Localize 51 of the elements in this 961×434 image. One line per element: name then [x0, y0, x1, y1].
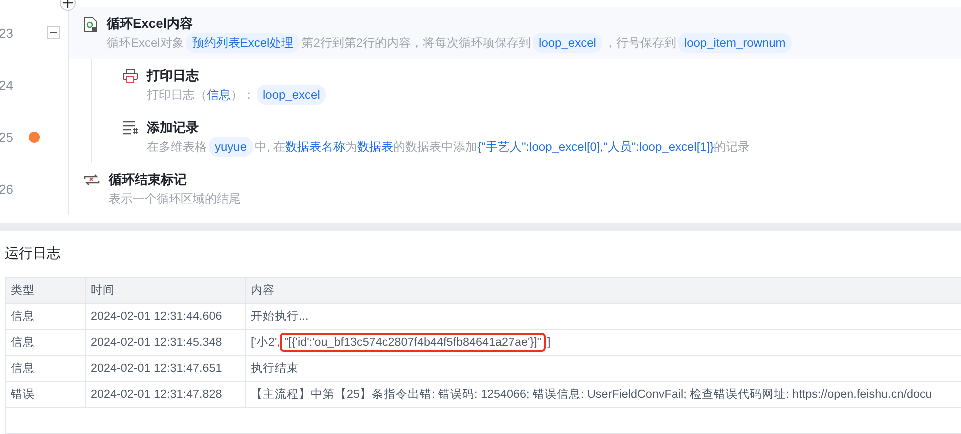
- description-text: ）：: [231, 87, 255, 104]
- column-header: 时间: [85, 278, 245, 303]
- line-number: 25: [0, 130, 14, 144]
- description-text: 打印日志（: [147, 87, 207, 104]
- parameter-link[interactable]: 信息: [207, 85, 231, 105]
- parameter-link[interactable]: {"手艺人":loop_excel[0],"人员":loop_excel[1]}: [478, 137, 714, 157]
- collapse-toggle[interactable]: [47, 26, 60, 39]
- variable-chip[interactable]: 预约列表Excel处理: [186, 33, 300, 53]
- list-icon: [123, 121, 138, 135]
- loop-end-icon: [84, 174, 100, 186]
- description-text: 第2行到第2行的内容，将每次循环项保存到: [302, 35, 532, 52]
- parameter-link[interactable]: 数据表名称: [286, 137, 346, 157]
- table-cell-text: 信息: [10, 361, 36, 377]
- column-header: 类型: [10, 283, 36, 299]
- log-title: 运行日志: [5, 245, 62, 263]
- parameter-link[interactable]: 数据表: [358, 137, 394, 157]
- table-cell: 2024-02-01 12:31:47.828: [85, 382, 245, 407]
- table-cell: 2024-02-01 12:31:45.348: [85, 330, 245, 355]
- table-cell: ['小2', "[{'id':'ou_bf13c574c2807f4b44f5fb84641a27ae'}]" ]: [245, 330, 961, 355]
- variable-chip[interactable]: loop_excel: [533, 33, 602, 53]
- description-text: 为: [346, 139, 358, 156]
- description-text: 的数据表中添加: [394, 139, 478, 156]
- variable-chip[interactable]: loop_excel: [257, 85, 326, 105]
- line-number: 26: [0, 182, 14, 196]
- step-title[interactable]: 添加记录: [147, 119, 750, 137]
- description-text: 的记录: [714, 139, 750, 156]
- table-cell: 【主流程】中第【25】条指令出错: 错误码: 1254066; 错误信息: UserFieldConvFail; 检查错误代码网址: https://open.feishu.cn/docu: [245, 382, 961, 407]
- description-text: 中, 在: [255, 139, 286, 156]
- printer-icon: [123, 69, 138, 83]
- table-cell: 执行结束: [245, 356, 961, 381]
- excel-loop-icon: [84, 17, 98, 33]
- description-text: ，行号保存到: [604, 35, 676, 52]
- description-text: 在多维表格: [147, 139, 207, 156]
- variable-chip[interactable]: loop_item_rownum: [678, 33, 792, 53]
- variable-chip[interactable]: yuyue: [209, 137, 254, 157]
- column-header: 内容: [245, 278, 961, 303]
- table-cell-text: 信息: [10, 335, 36, 351]
- description-text: 表示一个循环区域的结尾: [109, 191, 241, 208]
- table-cell: 2024-02-01 12:31:44.606: [85, 304, 245, 329]
- table-cell-text: 信息: [10, 309, 36, 325]
- step-title[interactable]: 打印日志: [147, 67, 328, 85]
- highlight-frame: "[{'id':'ou_bf13c574c2807f4b44f5fb84641a27ae'}]": [282, 335, 544, 350]
- table-cell-text: 错误: [10, 387, 36, 403]
- table-cell: 开始执行...: [245, 304, 961, 329]
- breakpoint-dot[interactable]: [29, 132, 40, 142]
- line-number: 23: [0, 26, 14, 40]
- step-title[interactable]: 循环Excel内容: [107, 15, 794, 33]
- line-number: 24: [0, 78, 14, 92]
- table-cell: 2024-02-01 12:31:47.651: [85, 356, 245, 381]
- description-text: 循环Excel对象: [107, 35, 184, 52]
- step-title[interactable]: 循环结束标记: [109, 171, 241, 189]
